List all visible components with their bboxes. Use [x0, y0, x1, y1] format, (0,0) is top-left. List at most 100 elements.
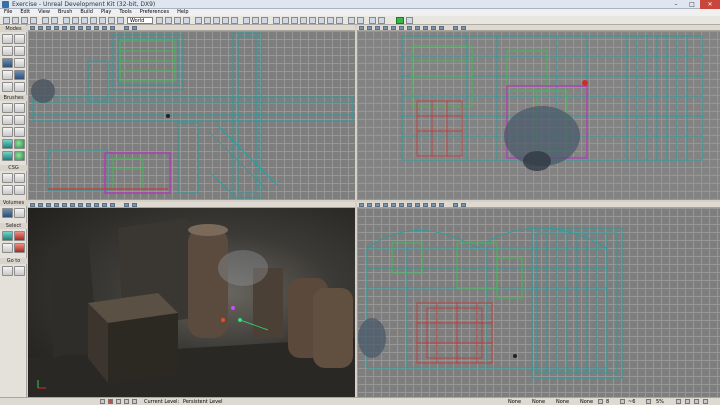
- viewport-maximize-icon[interactable]: [461, 26, 466, 30]
- viewport-light-complexity-icon[interactable]: [70, 203, 75, 207]
- viewport-wireframe-icon[interactable]: [46, 203, 51, 207]
- new-level-icon[interactable]: [3, 17, 10, 24]
- viewport-light-complexity-icon[interactable]: [70, 26, 75, 30]
- level-visibility-icon[interactable]: [116, 399, 121, 404]
- kismet-icon[interactable]: [165, 17, 172, 24]
- scale-tool-icon[interactable]: [81, 17, 88, 24]
- viewport-play-icon[interactable]: [124, 203, 129, 207]
- viewport-realtime-icon[interactable]: [38, 26, 43, 30]
- viewport-play-icon[interactable]: [453, 203, 458, 207]
- coordinate-system-select[interactable]: World: [127, 17, 153, 24]
- drag-grid-toggle-icon[interactable]: [598, 399, 603, 404]
- volume-menu-icon[interactable]: [14, 208, 25, 218]
- static-mesh-mode-icon[interactable]: [2, 70, 13, 80]
- linear-stair-brush-icon[interactable]: [2, 127, 13, 137]
- viewport-type-icon[interactable]: [30, 203, 35, 207]
- viewport-lock-icon[interactable]: [86, 26, 91, 30]
- cook-icon[interactable]: [357, 17, 364, 24]
- close-button[interactable]: ✕: [700, 0, 720, 9]
- source-control-icon[interactable]: [318, 17, 325, 24]
- viewport-realtime-icon[interactable]: [367, 203, 372, 207]
- viewport-side[interactable]: [357, 25, 720, 200]
- minimize-button[interactable]: –: [668, 0, 684, 9]
- viewport-game-view-icon[interactable]: [102, 26, 107, 30]
- grid-toggle-icon[interactable]: [108, 17, 115, 24]
- search-icon[interactable]: [117, 17, 124, 24]
- scale-grid-icon[interactable]: [300, 17, 307, 24]
- level-browser-icon[interactable]: [124, 399, 129, 404]
- go-to-actor-icon[interactable]: [2, 266, 13, 276]
- menu-brush[interactable]: Brush: [54, 9, 76, 16]
- csg-subtract-icon[interactable]: [14, 173, 25, 183]
- menu-help[interactable]: Help: [173, 9, 192, 16]
- tetrahedron-brush-icon[interactable]: [14, 151, 25, 161]
- viewport-show-flags-icon[interactable]: [110, 203, 115, 207]
- snap-toggle-icon[interactable]: [99, 17, 106, 24]
- content-browser-icon[interactable]: [156, 17, 163, 24]
- notifications-icon[interactable]: [703, 399, 708, 404]
- platform-icon[interactable]: [348, 17, 355, 24]
- foliage-mode-icon[interactable]: [14, 58, 25, 68]
- source-control-status-icon[interactable]: [685, 399, 690, 404]
- build-paths-icon[interactable]: [213, 17, 220, 24]
- grid-size-value[interactable]: 8: [606, 399, 609, 405]
- viewport-wireframe-icon[interactable]: [375, 26, 380, 30]
- menu-view[interactable]: View: [34, 9, 54, 16]
- viewport-light-complexity-icon[interactable]: [399, 26, 404, 30]
- rotate-tool-icon[interactable]: [72, 17, 79, 24]
- select-invert-icon[interactable]: [2, 243, 13, 253]
- mesh-paint-mode-icon[interactable]: [2, 58, 13, 68]
- show-all-icon[interactable]: [14, 243, 25, 253]
- viewport-streaming-icon[interactable]: [423, 203, 428, 207]
- build-all-icon[interactable]: [231, 17, 238, 24]
- level-streaming-status-icon[interactable]: [694, 399, 699, 404]
- curved-stair-brush-icon[interactable]: [14, 115, 25, 125]
- viewport-unlit-icon[interactable]: [391, 203, 396, 207]
- viewport-perspective[interactable]: [28, 202, 355, 397]
- viewport-unlit-icon[interactable]: [391, 26, 396, 30]
- build-cover-icon[interactable]: [222, 17, 229, 24]
- play-button-icon[interactable]: [396, 17, 404, 24]
- translate-tool-icon[interactable]: [63, 17, 70, 24]
- viewport-lit-icon[interactable]: [54, 203, 59, 207]
- actor-properties-icon[interactable]: [183, 17, 190, 24]
- build-geometry-icon[interactable]: [195, 17, 202, 24]
- viewport-maximize-icon[interactable]: [132, 203, 137, 207]
- show-selected-icon[interactable]: [2, 231, 13, 241]
- realtime-toggle-icon[interactable]: [252, 17, 259, 24]
- undo-icon[interactable]: [42, 17, 49, 24]
- viewport-play-icon[interactable]: [124, 26, 129, 30]
- viewport-lock-icon[interactable]: [86, 203, 91, 207]
- cylinder-brush-icon[interactable]: [2, 115, 13, 125]
- viewport-light-complexity-icon[interactable]: [399, 203, 404, 207]
- matinee-icon[interactable]: [174, 17, 181, 24]
- viewport-type-icon[interactable]: [30, 26, 35, 30]
- menu-tools[interactable]: Tools: [115, 9, 135, 16]
- sheet-brush-icon[interactable]: [2, 139, 13, 149]
- geometry-mode-icon[interactable]: [14, 34, 25, 44]
- viewport-type-icon[interactable]: [359, 203, 364, 207]
- viewport-realtime-icon[interactable]: [38, 203, 43, 207]
- play-on-pc-icon[interactable]: [378, 17, 385, 24]
- autosave-status-icon[interactable]: [676, 399, 681, 404]
- camera-mode-icon[interactable]: [2, 34, 13, 44]
- levels-icon[interactable]: [327, 17, 334, 24]
- play-in-editor-icon[interactable]: [369, 17, 376, 24]
- camera-speed-icon[interactable]: [261, 17, 268, 24]
- viewport-streaming-icon[interactable]: [423, 26, 428, 30]
- save-all-icon[interactable]: [30, 17, 37, 24]
- viewport-game-view-icon[interactable]: [102, 203, 107, 207]
- viewport-play-icon[interactable]: [453, 26, 458, 30]
- autosave-icon[interactable]: [309, 17, 316, 24]
- drag-grid-icon[interactable]: [282, 17, 289, 24]
- viewport-front[interactable]: [357, 202, 720, 397]
- volumetric-brush-icon[interactable]: [2, 151, 13, 161]
- menu-edit[interactable]: Edit: [16, 9, 34, 16]
- level-lock-icon[interactable]: [100, 399, 105, 404]
- viewport-maximize-icon[interactable]: [461, 203, 466, 207]
- hide-selected-icon[interactable]: [14, 231, 25, 241]
- menu-file[interactable]: File: [0, 9, 16, 16]
- open-icon[interactable]: [12, 17, 19, 24]
- texture-mode-icon[interactable]: [14, 46, 25, 56]
- viewport-lit-icon[interactable]: [383, 203, 388, 207]
